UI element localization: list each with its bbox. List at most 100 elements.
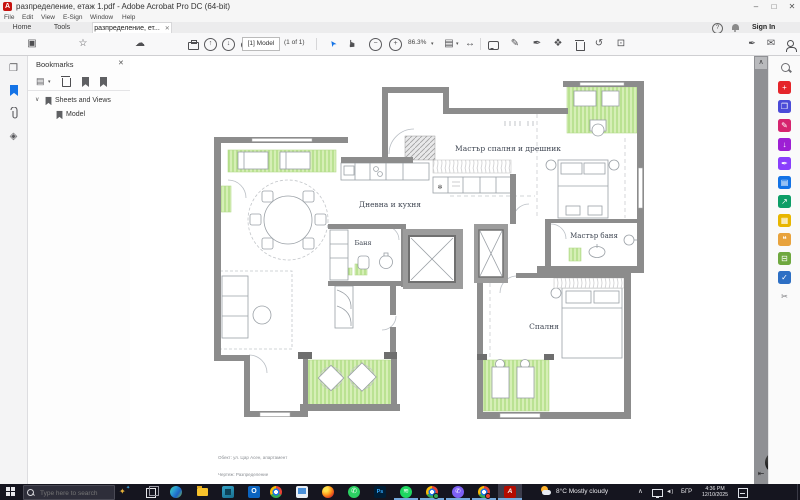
print-icon[interactable]	[188, 42, 199, 50]
bookmark-item-sheets-and-views[interactable]: ∨ Sheets and Views	[28, 94, 128, 107]
save-icon[interactable]: ▣	[25, 37, 39, 50]
taskbar-app-photoshop[interactable]: Ps	[368, 484, 392, 500]
user-account-icon[interactable]	[787, 40, 794, 47]
hand-tool-icon[interactable]: ☛	[347, 37, 360, 51]
edit-pdf-icon[interactable]: ✎	[778, 119, 791, 132]
room-label-bathroom: Баня	[354, 239, 371, 247]
taskbar-app-whatsapp[interactable]: ✆	[342, 484, 366, 500]
show-desktop-button[interactable]	[797, 484, 798, 500]
layers-icon[interactable]: ◈	[7, 130, 20, 143]
search-tools-icon[interactable]	[781, 63, 790, 72]
fill-and-sign-icon[interactable]: ✒	[778, 157, 791, 170]
taskbar-app-chrome-badged[interactable]	[472, 484, 496, 500]
delete-bookmark-icon[interactable]	[62, 78, 71, 87]
fit-width-icon[interactable]: ↔	[463, 37, 477, 50]
attachments-paperclip-icon[interactable]	[8, 107, 20, 120]
navigation-rail: ❐ ◈	[0, 56, 28, 484]
create-pdf-icon[interactable]: +	[778, 81, 791, 94]
previous-page-icon[interactable]: ↑	[204, 38, 217, 51]
menu-help[interactable]: Help	[122, 14, 135, 21]
tab-home[interactable]: Home	[4, 22, 40, 33]
pencil-annotate-icon[interactable]: ✎	[508, 37, 522, 50]
zoom-in-icon[interactable]: +	[389, 38, 402, 51]
sign-in-button[interactable]: Sign In	[752, 22, 775, 33]
weather-icon[interactable]	[540, 486, 552, 498]
tree-expand-icon[interactable]: ∨	[35, 94, 39, 107]
bookmarks-panel-icon[interactable]	[10, 85, 18, 96]
volume-tray-icon[interactable]: ◄)	[666, 484, 673, 500]
menu-esign[interactable]: E-Sign	[63, 14, 83, 21]
comment-icon[interactable]	[488, 41, 499, 50]
start-button[interactable]	[0, 484, 22, 500]
comment-tool-icon[interactable]: ❝	[778, 233, 791, 246]
more-tools-icon[interactable]: ✂	[778, 290, 791, 303]
combine-files-icon[interactable]: ❐	[778, 100, 791, 113]
copilot-sparkle-icon[interactable]: ✦	[119, 487, 126, 497]
close-button[interactable]: ✕	[784, 1, 800, 12]
minimize-button[interactable]: –	[748, 1, 764, 12]
export-pdf-icon[interactable]: ↓	[778, 138, 791, 151]
taskbar-app-store[interactable]	[216, 484, 240, 500]
taskbar-app-photos[interactable]	[290, 484, 314, 500]
menu-view[interactable]: View	[41, 14, 55, 21]
bookmark-options-icon[interactable]: ▤	[36, 76, 45, 87]
send-for-review-icon[interactable]: ↗	[778, 195, 791, 208]
fill-sign-icon[interactable]: ✒	[530, 37, 544, 50]
request-signature-icon[interactable]: ✒	[745, 37, 759, 50]
snapshot-icon[interactable]: ⊡	[614, 37, 628, 50]
tray-chevron-icon[interactable]: ∧	[638, 484, 643, 500]
restore-button[interactable]: □	[766, 1, 782, 12]
clock[interactable]: 4:36 PM 12/10/2025	[698, 486, 732, 498]
bookmark-options-caret-icon[interactable]: ▾	[48, 79, 51, 85]
new-bookmark-icon[interactable]	[82, 77, 89, 87]
task-view-button[interactable]	[138, 484, 162, 500]
print-production-icon[interactable]: ⊟	[778, 252, 791, 265]
menu-file[interactable]: File	[4, 14, 14, 21]
taskbar-app-spotify[interactable]: ≋	[394, 484, 418, 500]
taskbar-search[interactable]	[23, 485, 115, 500]
bookmarks-close-icon[interactable]: ✕	[118, 59, 124, 67]
page-display-icon[interactable]: ▤	[442, 37, 456, 50]
taskbar-app-firefox[interactable]	[316, 484, 340, 500]
taskbar-app-outlook[interactable]: O	[242, 484, 266, 500]
add-tagged-bookmark-icon[interactable]	[100, 77, 107, 87]
toolbar-divider	[316, 38, 317, 50]
notification-bell-icon[interactable]	[732, 24, 739, 30]
search-input[interactable]	[38, 486, 112, 500]
taskbar-app-chrome-profile[interactable]	[420, 484, 444, 500]
scroll-up-icon[interactable]: ∧	[755, 57, 767, 69]
display-tray-icon[interactable]	[652, 489, 663, 497]
undo-icon[interactable]: ↺	[592, 37, 606, 50]
taskbar-app-chrome[interactable]	[264, 484, 288, 500]
protect-icon[interactable]: ✓	[778, 271, 791, 284]
tab-tools[interactable]: Tools	[44, 22, 80, 33]
page-thumbnails-icon[interactable]: ❐	[7, 62, 20, 75]
action-center-icon[interactable]	[738, 488, 748, 498]
taskbar-app-file-explorer[interactable]	[190, 484, 214, 500]
taskbar-app-edge[interactable]	[164, 484, 188, 500]
language-indicator[interactable]: БГР	[681, 484, 692, 500]
menu-window[interactable]: Window	[90, 14, 113, 21]
bookmark-item-model[interactable]: Model	[28, 108, 128, 121]
taskbar-app-acrobat[interactable]: A	[498, 484, 522, 500]
page-display-caret-icon[interactable]: ▾	[456, 41, 459, 47]
stamp-icon[interactable]: ❖	[551, 37, 565, 50]
tab-close-icon[interactable]: ✕	[165, 26, 170, 32]
organize-pages-icon[interactable]: ▤	[778, 176, 791, 189]
page-indicator-box[interactable]: [1] Model	[242, 37, 280, 51]
taskbar-app-viber[interactable]: ✆	[446, 484, 470, 500]
menu-edit[interactable]: Edit	[22, 14, 33, 21]
send-mail-icon[interactable]: ✉	[764, 37, 778, 50]
zoom-out-icon[interactable]: −	[369, 38, 382, 51]
select-tool-icon[interactable]: ➤	[324, 34, 343, 53]
share-cloud-icon[interactable]: ☁	[133, 37, 147, 50]
collapse-pane-icon[interactable]: ⇤	[755, 468, 767, 480]
zoom-level-value[interactable]: 86.3%	[408, 39, 426, 46]
scan-and-ocr-icon[interactable]: ▦	[778, 214, 791, 227]
star-favorites-icon[interactable]: ☆	[76, 37, 90, 50]
delete-icon[interactable]	[576, 42, 585, 51]
zoom-dropdown-caret-icon[interactable]: ▾	[431, 41, 434, 47]
vertical-scrollbar[interactable]	[754, 56, 768, 484]
next-page-icon[interactable]: ↓	[222, 38, 235, 51]
weather-text[interactable]: 8°C Mostly cloudy	[556, 484, 608, 500]
